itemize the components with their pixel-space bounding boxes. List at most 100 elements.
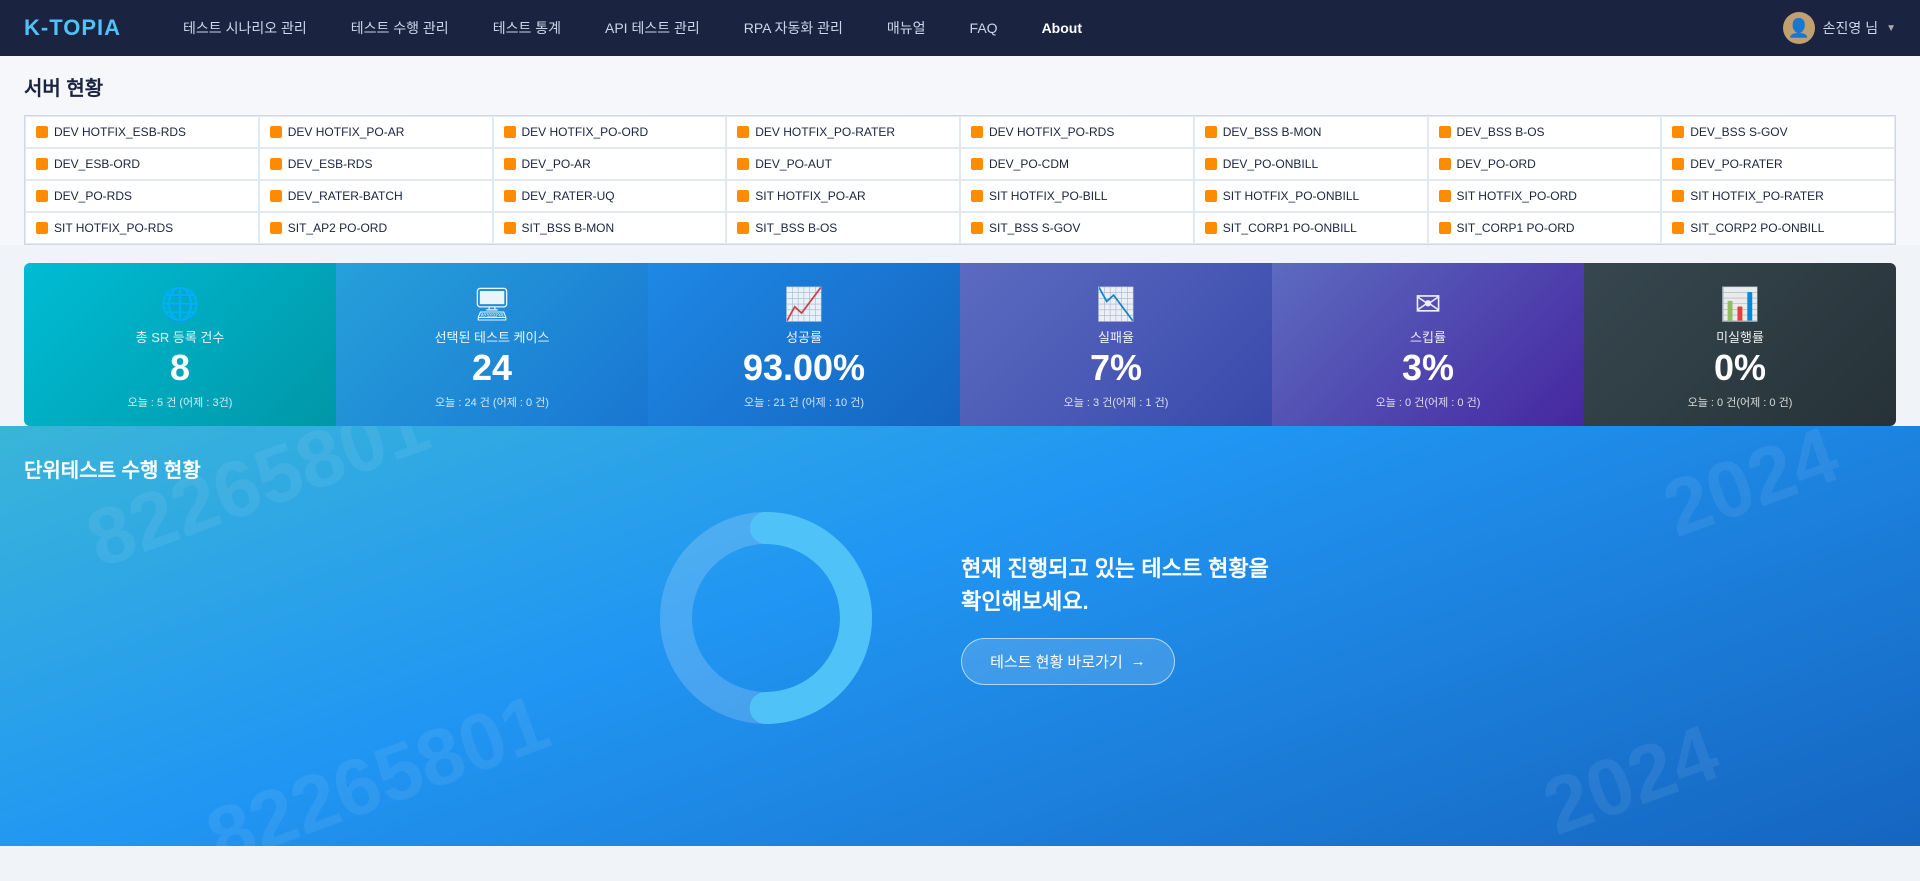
stat-card-total-sr: 🌐 총 SR 등록 건수 8 오늘 : 5 건 (어제 : 3건) [24, 263, 336, 426]
server-cell: DEV HOTFIX_PO-ORD [493, 116, 727, 148]
server-name: DEV_PO-RDS [54, 189, 132, 203]
server-cell: SIT HOTFIX_PO-RATER [1661, 180, 1895, 212]
server-name: SIT HOTFIX_PO-ORD [1457, 189, 1577, 203]
server-cell: DEV_PO-CDM [960, 148, 1194, 180]
server-name: DEV_ESB-ORD [54, 157, 140, 171]
server-cell: DEV HOTFIX_PO-RDS [960, 116, 1194, 148]
server-name: DEV HOTFIX_PO-AR [288, 125, 405, 139]
lower-description: 현재 진행되고 있는 테스트 현황을 확인해보세요. [961, 552, 1269, 618]
server-status-icon [1672, 190, 1684, 202]
server-status-icon [737, 222, 749, 234]
nav-manual[interactable]: 매뉴얼 [865, 0, 948, 56]
server-name: SIT_BSS S-GOV [989, 221, 1080, 235]
stat-sub: 오늘 : 0 건(어제 : 0 건) [1376, 394, 1481, 410]
server-status-icon [36, 190, 48, 202]
server-name: DEV_BSS B-MON [1223, 125, 1322, 139]
chevron-down-icon: ▼ [1886, 23, 1896, 34]
server-cell: DEV HOTFIX_PO-AR [259, 116, 493, 148]
server-status-icon [1205, 222, 1217, 234]
server-status-icon [504, 126, 516, 138]
donut-chart [651, 503, 881, 733]
server-status-icon [971, 222, 983, 234]
server-status-icon [1439, 158, 1451, 170]
stat-card-success-rate: 📈 성공률 93.00% 오늘 : 21 건 (어제 : 10 건) [648, 263, 960, 426]
server-status-icon [1205, 126, 1217, 138]
stat-value: 7% [1090, 350, 1142, 386]
stat-label: 스킵률 [1410, 327, 1446, 346]
server-name: DEV_PO-AUT [755, 157, 832, 171]
stats-section: 🌐 총 SR 등록 건수 8 오늘 : 5 건 (어제 : 3건) 🖥 선택된 … [0, 263, 1920, 426]
nav-user[interactable]: 👤 손진영 님 ▼ [1783, 12, 1896, 44]
lower-section: 82265801 2024 82265801 2024 단위테스트 수행 현황 … [0, 426, 1920, 846]
nav-stats[interactable]: 테스트 통계 [471, 0, 583, 56]
server-cell: SIT HOTFIX_PO-ORD [1428, 180, 1662, 212]
server-name: SIT HOTFIX_PO-ONBILL [1223, 189, 1359, 203]
server-grid: DEV HOTFIX_ESB-RDS DEV HOTFIX_PO-AR DEV HO… [24, 115, 1896, 245]
server-name: DEV HOTFIX_ESB-RDS [54, 125, 186, 139]
server-name: SIT_BSS B-OS [755, 221, 837, 235]
server-name: DEV_PO-ONBILL [1223, 157, 1318, 171]
server-name: DEV_ESB-RDS [288, 157, 373, 171]
nav-rpa[interactable]: RPA 자동화 관리 [722, 0, 865, 56]
server-cell: DEV HOTFIX_PO-RATER [726, 116, 960, 148]
donut-svg [651, 503, 881, 733]
server-status-icon [971, 190, 983, 202]
nav-execution[interactable]: 테스트 수행 관리 [329, 0, 471, 56]
user-name: 손진영 님 [1823, 18, 1878, 38]
server-cell: SIT HOTFIX_PO-ONBILL [1194, 180, 1428, 212]
server-cell: DEV_PO-RDS [25, 180, 259, 212]
lower-right: 현재 진행되고 있는 테스트 현황을 확인해보세요. 테스트 현황 바로가기 → [961, 552, 1269, 685]
server-cell: SIT HOTFIX_PO-AR [726, 180, 960, 212]
server-status-icon [504, 158, 516, 170]
server-cell: DEV_ESB-RDS [259, 148, 493, 180]
server-cell: DEV_PO-ONBILL [1194, 148, 1428, 180]
server-cell: SIT HOTFIX_PO-BILL [960, 180, 1194, 212]
server-status-icon [971, 126, 983, 138]
server-name: SIT_CORP1 PO-ORD [1457, 221, 1575, 235]
stat-sub: 오늘 : 21 건 (어제 : 10 건) [744, 394, 864, 410]
server-name: DEV HOTFIX_PO-RDS [989, 125, 1114, 139]
nav-scenario[interactable]: 테스트 시나리오 관리 [161, 0, 329, 56]
stats-row: 🌐 총 SR 등록 건수 8 오늘 : 5 건 (어제 : 3건) 🖥 선택된 … [24, 263, 1896, 426]
stat-card-fail-rate: 📉 실패율 7% 오늘 : 3 건(어제 : 1 건) [960, 263, 1272, 426]
lower-description-line2: 확인해보세요. [961, 585, 1269, 618]
nav-faq[interactable]: FAQ [948, 0, 1020, 56]
server-cell: SIT_BSS B-MON [493, 212, 727, 244]
server-status-icon [270, 126, 282, 138]
server-name: DEV HOTFIX_PO-RATER [755, 125, 895, 139]
server-name: DEV_PO-RATER [1690, 157, 1782, 171]
server-name: SIT HOTFIX_PO-RATER [1690, 189, 1824, 203]
goto-button[interactable]: 테스트 현황 바로가기 → [961, 638, 1175, 685]
server-name: SIT_AP2 PO-ORD [288, 221, 387, 235]
server-cell: SIT_CORP1 PO-ORD [1428, 212, 1662, 244]
stat-value: 24 [472, 350, 512, 386]
nav-api[interactable]: API 테스트 관리 [583, 0, 722, 56]
server-cell: DEV_RATER-UQ [493, 180, 727, 212]
server-status-icon [1205, 190, 1217, 202]
server-cell: DEV_PO-RATER [1661, 148, 1895, 180]
stat-value: 93.00% [743, 350, 865, 386]
server-status-icon [270, 158, 282, 170]
server-cell: DEV_PO-AR [493, 148, 727, 180]
stat-value: 3% [1402, 350, 1454, 386]
server-status-icon [1672, 222, 1684, 234]
stat-card-not-run-rate: 📊 미실행률 0% 오늘 : 0 건(어제 : 0 건) [1584, 263, 1896, 426]
server-name: DEV_RATER-UQ [522, 189, 615, 203]
server-name: SIT_BSS B-MON [522, 221, 615, 235]
stat-icon: 🌐 [160, 285, 200, 323]
server-status-icon [1672, 126, 1684, 138]
server-status-icon [504, 190, 516, 202]
stat-value: 8 [170, 350, 190, 386]
goto-label: 테스트 현황 바로가기 [990, 651, 1123, 672]
stat-label: 선택된 테스트 케이스 [435, 327, 550, 346]
stat-sub: 오늘 : 5 건 (어제 : 3건) [128, 394, 233, 410]
stat-sub: 오늘 : 24 건 (어제 : 0 건) [435, 394, 549, 410]
logo: K-TOPIA [24, 15, 121, 41]
server-status-icon [737, 126, 749, 138]
server-name: DEV_BSS S-GOV [1690, 125, 1787, 139]
server-cell: DEV_PO-AUT [726, 148, 960, 180]
stat-label: 성공률 [786, 327, 822, 346]
server-status-icon [1439, 126, 1451, 138]
server-status-icon [1672, 158, 1684, 170]
nav-about[interactable]: About [1020, 0, 1104, 56]
